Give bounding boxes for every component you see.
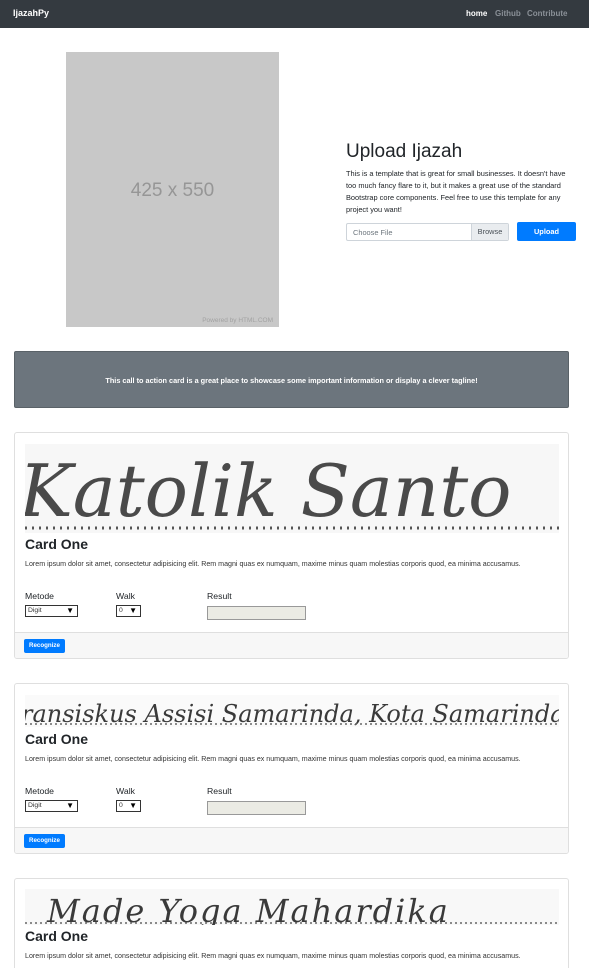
card-title: Card One	[25, 928, 89, 944]
handwriting-text: Katolik Santo	[25, 449, 511, 533]
card-title: Card One	[25, 536, 89, 552]
nav-link-home[interactable]: home	[466, 9, 487, 18]
result-label: Result	[207, 591, 232, 601]
metode-label: Metode	[25, 591, 54, 601]
result-field	[207, 606, 306, 620]
metode-select[interactable]: Digit ▼	[25, 605, 78, 617]
recognition-card: Katolik Santo Card One Lorem ipsum dolor…	[14, 432, 569, 659]
file-input-placeholder: Choose File	[353, 228, 393, 237]
chevron-down-icon: ▼	[129, 801, 137, 810]
walk-label: Walk	[116, 591, 135, 601]
placeholder-size-label: 425 x 550	[130, 180, 215, 201]
walk-select-value: 0	[119, 802, 123, 809]
metode-select-value: Digit	[28, 607, 42, 614]
card-footer: Recognize	[15, 827, 568, 853]
card-title: Card One	[25, 731, 89, 747]
card-description: Lorem ipsum dolor sit amet, consectetur …	[25, 560, 521, 568]
handwriting-image: ransiskus Assisi Samarinda, Kota Samarin…	[25, 695, 559, 727]
card-description: Lorem ipsum dolor sit amet, consectetur …	[25, 952, 521, 960]
upload-button[interactable]: Upload	[517, 222, 576, 241]
recognize-button[interactable]: Recognize	[24, 639, 65, 653]
card-description: Lorem ipsum dolor sit amet, consectetur …	[25, 755, 521, 763]
walk-label: Walk	[116, 786, 135, 796]
navbar-brand[interactable]: IjazahPy	[13, 8, 49, 18]
chevron-down-icon: ▼	[66, 801, 74, 810]
file-input[interactable]: Choose File Browse	[346, 223, 509, 241]
nav-link-github[interactable]: Github	[495, 9, 521, 18]
walk-select[interactable]: 0 ▼	[116, 800, 141, 812]
navbar: IjazahPy home Github Contribute	[0, 0, 589, 28]
metode-label: Metode	[25, 786, 54, 796]
handwriting-image: Katolik Santo	[25, 444, 559, 533]
call-to-action-text: This call to action card is a great plac…	[105, 376, 478, 385]
chevron-down-icon: ▼	[66, 606, 74, 615]
browse-button[interactable]: Browse	[471, 224, 508, 240]
call-to-action-card: This call to action card is a great plac…	[14, 351, 569, 408]
upload-description: This is a template that is great for sma…	[346, 169, 566, 214]
recognition-card: Made Yoga Mahardika Card One Lorem ipsum…	[14, 878, 569, 968]
result-label: Result	[207, 786, 232, 796]
handwriting-image: Made Yoga Mahardika	[25, 889, 559, 925]
walk-select-value: 0	[119, 607, 123, 614]
upload-title: Upload Ijazah	[346, 141, 463, 162]
card-footer: Recognize	[15, 632, 568, 658]
handwriting-text: ransiskus Assisi Samarinda, Kota Samarin…	[25, 700, 559, 727]
recognition-card: ransiskus Assisi Samarinda, Kota Samarin…	[14, 683, 569, 854]
metode-select-value: Digit	[28, 802, 42, 809]
chevron-down-icon: ▼	[129, 606, 137, 615]
result-field	[207, 801, 306, 815]
metode-select[interactable]: Digit ▼	[25, 800, 78, 812]
placeholder-credit: Powered by HTML.COM	[202, 317, 273, 324]
nav-link-contribute[interactable]: Contribute	[527, 9, 567, 18]
handwriting-text: Made Yoga Mahardika	[46, 892, 450, 925]
ijazah-placeholder-image: 425 x 550 Powered by HTML.COM	[66, 52, 279, 327]
recognize-button[interactable]: Recognize	[24, 834, 65, 848]
walk-select[interactable]: 0 ▼	[116, 605, 141, 617]
